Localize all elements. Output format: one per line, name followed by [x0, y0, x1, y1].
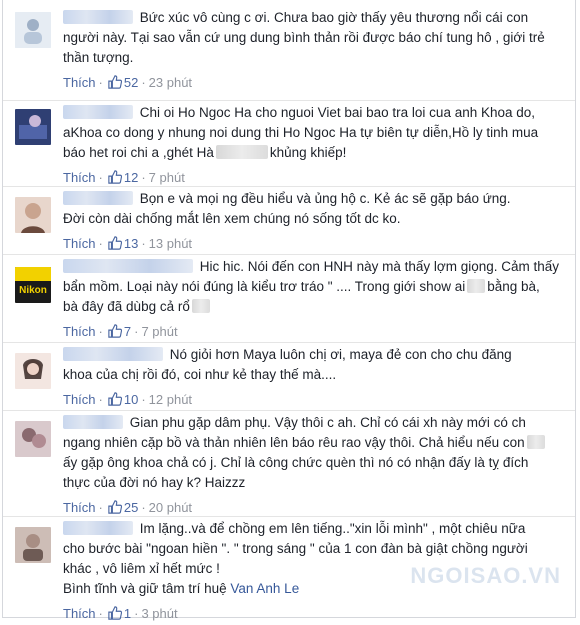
comment-meta: Thích · 10 · 12 phút [63, 392, 193, 407]
like-link[interactable]: Thích [63, 75, 96, 90]
comment-time[interactable]: 20 phút [149, 500, 192, 515]
comment-item: Bức xúc vô cùng c ơi. Chưa bao giờ thấy … [3, 0, 575, 100]
avatar-logo-text: Nikon [19, 285, 47, 296]
thumbs-up-icon [108, 170, 122, 184]
comment-meta: Thích · 12 · 7 phút [63, 170, 185, 185]
commenter-name[interactable] [63, 105, 133, 119]
like-link[interactable]: Thích [63, 606, 96, 621]
avatar[interactable] [15, 527, 51, 563]
like-count[interactable]: 52 [124, 75, 138, 90]
avatar[interactable] [15, 109, 51, 145]
like-count[interactable]: 12 [124, 170, 138, 185]
commenter-name[interactable] [63, 10, 133, 24]
like-link[interactable]: Thích [63, 170, 96, 185]
comment-text: Nó giỏi hơn Maya luôn chị ơi, maya đẻ co… [63, 347, 512, 382]
comment-item: Nikon Hic hic. Nói đến con HNH này mà th… [3, 254, 575, 343]
like-link[interactable]: Thích [63, 500, 96, 515]
like-link[interactable]: Thích [63, 236, 96, 251]
redacted-text [526, 435, 545, 449]
redacted-text [467, 279, 486, 293]
like-count[interactable]: 13 [124, 236, 138, 251]
thumbs-up-icon [108, 392, 122, 406]
thumbs-up-icon [108, 236, 122, 250]
comment-text: Chi oi Ho Ngoc Ha cho nguoi Viet bai bao… [63, 105, 539, 160]
avatar[interactable] [15, 12, 51, 48]
comment-text: Bọn e và mọi ng đều hiểu và ủng hộ c. Kẻ… [63, 191, 511, 226]
like-count[interactable]: 7 [124, 324, 131, 339]
comment-time[interactable]: 13 phút [149, 236, 192, 251]
like-count[interactable]: 25 [124, 500, 138, 515]
comment-text: Gian phu gặp dâm phụ. Vậy thôi c ah. Chỉ… [63, 413, 563, 493]
redacted-text [215, 145, 268, 159]
comment-time[interactable]: 23 phút [149, 75, 192, 90]
like-link[interactable]: Thích [63, 392, 96, 407]
comment-time[interactable]: 12 phút [149, 392, 192, 407]
comment-meta: Thích · 7 · 7 phút [63, 324, 178, 339]
like-count[interactable]: 10 [124, 392, 138, 407]
thumbs-up-icon [108, 500, 122, 514]
avatar[interactable] [15, 197, 51, 233]
comment-text: Hic hic. Nói đến con HNH này mà thấy lợm… [63, 259, 560, 314]
comment-meta: Thích · 52 · 23 phút [63, 75, 193, 90]
comment-meta: Thích · 13 · 13 phút [63, 236, 193, 251]
thumbs-up-icon [108, 324, 122, 338]
commenter-name[interactable] [63, 191, 133, 205]
commenter-name[interactable] [63, 415, 123, 429]
comment-item: Nó giỏi hơn Maya luôn chị ơi, maya đẻ co… [3, 342, 575, 411]
commenter-name[interactable] [63, 259, 193, 273]
redacted-text [191, 299, 210, 313]
comment-item: Bọn e và mọi ng đều hiểu và ủng hộ c. Kẻ… [3, 186, 575, 255]
avatar[interactable]: Nikon [15, 267, 51, 303]
comment-meta: Thích · 25 · 20 phút [63, 500, 193, 515]
like-link[interactable]: Thích [63, 324, 96, 339]
comment-time[interactable]: 3 phút [141, 606, 177, 621]
comment-item: Chi oi Ho Ngoc Ha cho nguoi Viet bai bao… [3, 100, 575, 187]
watermark: NGOISAO.VN [410, 563, 561, 588]
mention-link[interactable]: Van Anh Le [230, 581, 299, 596]
comment-item: Gian phu gặp dâm phụ. Vậy thôi c ah. Chỉ… [3, 410, 575, 517]
avatar[interactable] [15, 353, 51, 389]
comment-list: Bức xúc vô cùng c ơi. Chưa bao giờ thấy … [2, 0, 576, 621]
comment-time[interactable]: 7 phút [149, 170, 185, 185]
comment-time[interactable]: 7 phút [141, 324, 177, 339]
comment-text: Bức xúc vô cùng c ơi. Chưa bao giờ thấy … [63, 10, 545, 65]
avatar[interactable] [15, 421, 51, 457]
thumbs-up-icon [108, 75, 122, 89]
thumbs-up-icon [108, 606, 122, 620]
commenter-name[interactable] [63, 521, 133, 535]
comment-meta: Thích · 1 · 3 phút [63, 606, 178, 621]
like-count[interactable]: 1 [124, 606, 131, 621]
commenter-name[interactable] [63, 347, 163, 361]
